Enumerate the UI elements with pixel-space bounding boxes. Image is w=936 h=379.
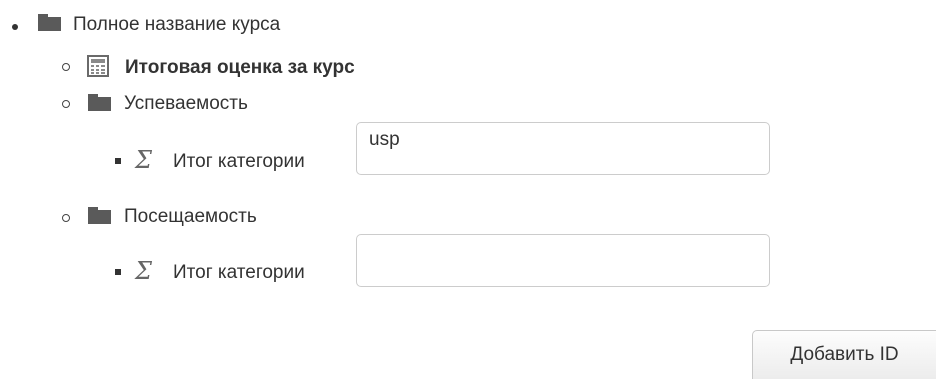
sigma-icon: Σ: [135, 146, 152, 174]
id-number-input[interactable]: [356, 122, 770, 175]
id-number-input[interactable]: [356, 234, 770, 287]
bullet: [62, 214, 70, 222]
bullet: [62, 100, 70, 108]
bullet: [12, 24, 18, 30]
bullet: [115, 269, 121, 275]
bullet: [115, 158, 121, 164]
course-name-label: Полное название курса: [73, 14, 281, 35]
add-id-button[interactable]: Добавить ID: [752, 330, 936, 379]
sigma-icon: Σ: [135, 257, 152, 285]
folder-icon: [38, 14, 61, 31]
calculator-icon: [87, 55, 109, 77]
category-label: Успеваемость: [124, 93, 248, 114]
folder-icon: [88, 207, 111, 224]
folder-icon: [88, 94, 111, 111]
bullet: [62, 63, 70, 71]
category-label: Посещаемость: [124, 206, 257, 227]
course-total-label: Итоговая оценка за курс: [125, 57, 355, 78]
category-total-label: Итог категории: [173, 151, 305, 172]
category-total-label: Итог категории: [173, 262, 305, 283]
